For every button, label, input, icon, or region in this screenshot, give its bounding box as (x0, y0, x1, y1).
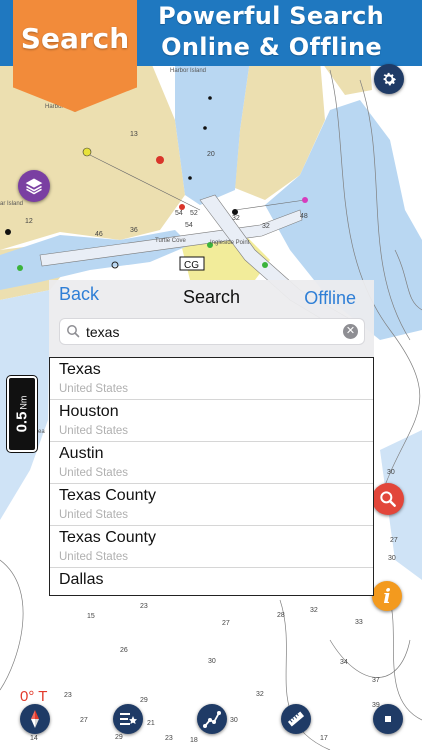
search-input[interactable] (86, 322, 336, 342)
search-field-icon (67, 325, 80, 338)
result-item[interactable]: Texas United States (50, 358, 373, 400)
stop-button[interactable] (373, 704, 403, 734)
route-list-button[interactable] (113, 704, 143, 734)
layers-button[interactable] (18, 170, 50, 202)
svg-text:Turtle Cove: Turtle Cove (155, 238, 186, 244)
svg-text:32: 32 (256, 691, 264, 698)
scale-readout: 0.5Nm (14, 396, 31, 433)
svg-text:32: 32 (232, 215, 240, 222)
svg-text:18: 18 (190, 737, 198, 744)
svg-text:20: 20 (207, 151, 215, 158)
search-icon (380, 491, 396, 507)
result-name: Dallas (59, 571, 104, 588)
measure-button[interactable] (281, 704, 311, 734)
svg-text:23: 23 (140, 603, 148, 610)
result-country: United States (59, 509, 129, 521)
result-name: Texas County (59, 487, 156, 504)
result-name: Austin (59, 445, 104, 462)
svg-text:30: 30 (208, 658, 216, 665)
svg-text:13: 13 (130, 131, 138, 138)
svg-text:15: 15 (87, 613, 95, 620)
result-name: Houston (59, 403, 119, 420)
offline-toggle-button[interactable]: Offline (304, 288, 356, 309)
svg-text:27: 27 (222, 620, 230, 627)
scale-unit: Nm (18, 395, 29, 410)
svg-text:Harbor Island: Harbor Island (170, 68, 206, 74)
svg-text:29: 29 (140, 697, 148, 704)
svg-text:30: 30 (230, 717, 238, 724)
svg-text:17: 17 (320, 735, 328, 742)
search-results-list[interactable]: Texas United States Houston United State… (49, 357, 374, 596)
svg-text:27: 27 (390, 537, 398, 544)
svg-text:Ingleside Point: Ingleside Point (210, 240, 250, 246)
svg-text:36: 36 (130, 227, 138, 234)
svg-text:48: 48 (300, 213, 308, 220)
settings-button[interactable] (374, 64, 404, 94)
result-name: Texas (59, 361, 101, 378)
svg-text:29: 29 (115, 734, 123, 741)
route-icon (120, 713, 137, 725)
svg-text:14: 14 (30, 735, 38, 742)
cg-label: CG (184, 260, 199, 271)
scale-bar: 0.5Nm (7, 376, 37, 452)
svg-text:12: 12 (25, 218, 33, 225)
ruler-icon (287, 711, 305, 727)
result-name: Texas County (59, 529, 156, 546)
layers-icon (25, 178, 43, 195)
svg-text:33: 33 (355, 619, 363, 626)
map-search-button[interactable] (372, 483, 404, 515)
clear-icon: ✕ (345, 325, 356, 337)
svg-text:34: 34 (340, 659, 348, 666)
gear-icon (383, 72, 397, 86)
result-item[interactable]: Austin United States (50, 442, 373, 484)
svg-text:21: 21 (147, 720, 155, 727)
svg-text:23: 23 (64, 692, 72, 699)
banner-headline-line2: Online & Offline (161, 33, 382, 61)
svg-text:26: 26 (120, 647, 128, 654)
banner-headline-line1: Powerful Search (158, 2, 384, 30)
svg-text:30: 30 (388, 555, 396, 562)
result-country: United States (59, 383, 129, 395)
result-country: United States (59, 551, 129, 563)
svg-text:32: 32 (262, 223, 270, 230)
svg-text:28: 28 (277, 612, 285, 619)
info-icon: i (383, 584, 391, 608)
info-button[interactable]: i (372, 581, 402, 611)
result-item[interactable]: Texas County United States (50, 484, 373, 526)
result-item[interactable]: Dallas (50, 568, 373, 595)
result-country: United States (59, 425, 129, 437)
result-item[interactable]: Houston United States (50, 400, 373, 442)
svg-text:30: 30 (387, 469, 395, 476)
search-ribbon-label: Search (20, 22, 130, 55)
svg-text:52: 52 (190, 210, 198, 217)
compass-icon (31, 710, 39, 728)
clear-search-button[interactable]: ✕ (343, 324, 358, 339)
stop-icon (385, 716, 391, 722)
compass-heading: 0° T (20, 688, 48, 705)
scale-value: 0.5 (13, 411, 31, 433)
result-item[interactable]: Texas County United States (50, 526, 373, 568)
track-icon (203, 711, 221, 728)
svg-text:54: 54 (185, 222, 193, 229)
compass-button[interactable] (20, 704, 50, 734)
search-panel: Back Search Offline ✕ (49, 280, 374, 357)
track-button[interactable] (197, 704, 227, 734)
svg-text:23: 23 (165, 735, 173, 742)
search-field[interactable]: ✕ (59, 318, 365, 345)
svg-text:27: 27 (80, 717, 88, 724)
svg-text:37: 37 (372, 677, 380, 684)
svg-text:32: 32 (310, 607, 318, 614)
svg-text:54: 54 (175, 210, 183, 217)
result-country: United States (59, 467, 129, 479)
svg-text:ar Island: ar Island (0, 201, 23, 207)
svg-text:46: 46 (95, 231, 103, 238)
